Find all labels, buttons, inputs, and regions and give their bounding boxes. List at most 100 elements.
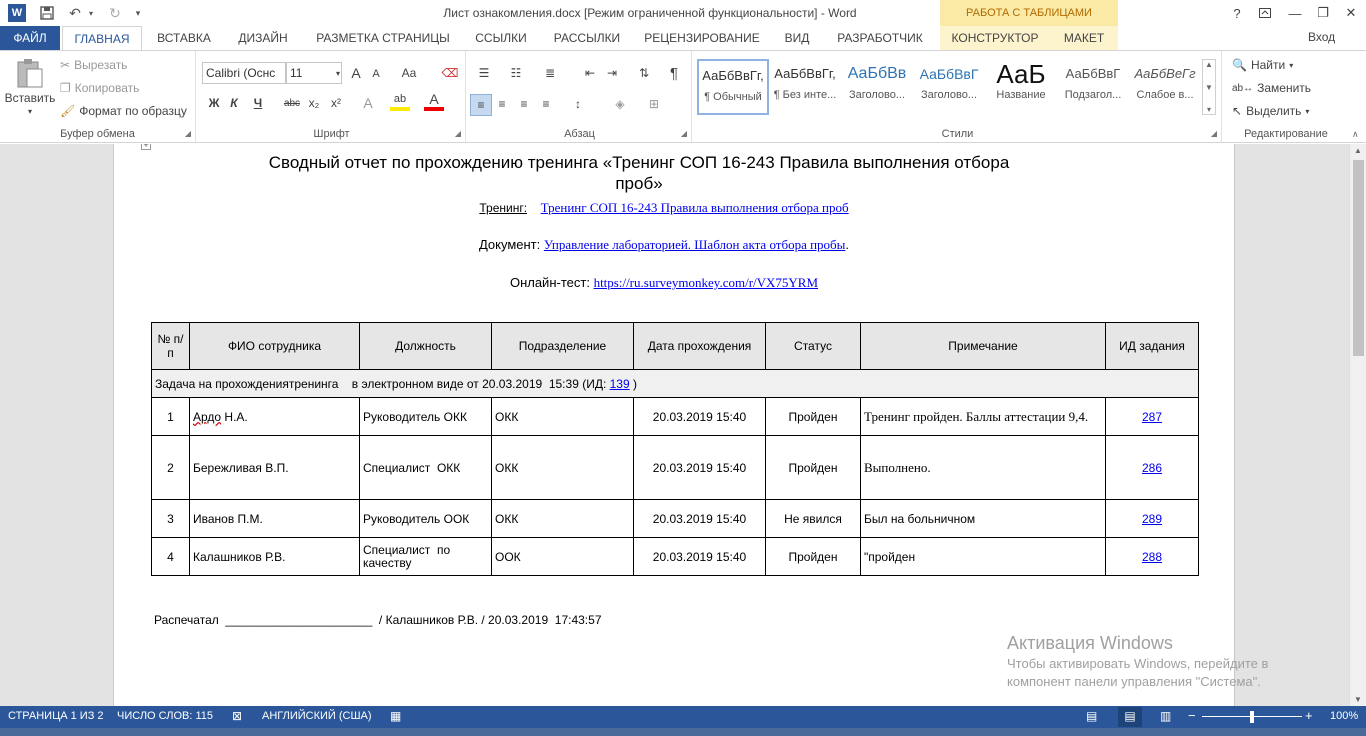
font-family-select[interactable]: Calibri (Оснс — [202, 62, 286, 84]
tab-home[interactable]: ГЛАВНАЯ — [62, 26, 142, 51]
customize-toolbar-icon[interactable]: ▾ — [132, 4, 144, 22]
align-center-icon[interactable]: ≡ — [492, 94, 512, 114]
cell-date[interactable]: 20.03.2019 15:40 — [633, 537, 766, 576]
shrink-font-button[interactable]: A — [366, 64, 386, 84]
cell-date[interactable]: 20.03.2019 15:40 — [633, 499, 766, 538]
styles-up-icon[interactable]: ▲ — [1205, 60, 1213, 69]
cell-id[interactable]: 287 — [1105, 397, 1199, 436]
undo-dropdown-icon[interactable]: ▾ — [86, 4, 96, 22]
sign-in-link[interactable]: Вход — [1308, 30, 1335, 44]
styles-down-icon[interactable]: ▼ — [1205, 83, 1213, 92]
task-id-link[interactable]: 288 — [1142, 550, 1162, 564]
paste-button[interactable]: Вставить ▾ — [5, 57, 55, 116]
cell-position[interactable]: Руководитель ООК — [359, 499, 492, 538]
zoom-level[interactable]: 100% — [1330, 710, 1358, 722]
bold-button[interactable]: Ж — [204, 93, 224, 113]
zoom-out-icon[interactable]: − — [1188, 708, 1196, 723]
proofing-icon[interactable]: ⊠ — [232, 709, 242, 723]
cell-id[interactable]: 288 — [1105, 537, 1199, 576]
undo-icon[interactable]: ↶ — [66, 4, 84, 22]
cell-note[interactable]: Выполнено. — [860, 435, 1106, 500]
style-heading-2[interactable]: АаБбВвГ Заголово... — [913, 59, 985, 115]
tab-view[interactable]: ВИД — [774, 26, 820, 50]
align-left-icon[interactable]: ≡ — [470, 94, 492, 116]
scrollbar-thumb[interactable] — [1353, 160, 1364, 356]
sort-icon[interactable]: ⇅ — [634, 63, 654, 83]
cell-id[interactable]: 289 — [1105, 499, 1199, 538]
align-right-icon[interactable]: ≡ — [514, 94, 534, 114]
copy-button[interactable]: ❐ Копировать — [60, 81, 139, 95]
cell-status[interactable]: Пройден — [765, 537, 861, 576]
decrease-indent-icon[interactable]: ⇤ — [580, 63, 600, 83]
cell-note[interactable]: Был на больничном — [860, 499, 1106, 538]
web-layout-icon[interactable]: ▥ — [1160, 709, 1171, 723]
cell-note[interactable]: Тренинг пройден. Баллы аттестации 9,4. — [860, 397, 1106, 436]
scroll-up-icon[interactable]: ▲ — [1354, 146, 1362, 155]
close-icon[interactable]: ✕ — [1336, 0, 1366, 26]
style-subtitle[interactable]: АаБбВвГ Подзагол... — [1057, 59, 1129, 115]
cell-note[interactable]: "пройден — [860, 537, 1106, 576]
language-indicator[interactable]: АНГЛИЙСКИЙ (США) — [262, 710, 372, 722]
page-count[interactable]: СТРАНИЦА 1 ИЗ 2 — [8, 710, 104, 722]
cell-num[interactable]: 3 — [151, 499, 190, 538]
ribbon-display-options-icon[interactable] — [1250, 0, 1280, 26]
test-link[interactable]: https://ru.surveymonkey.com/r/VX75YRM — [594, 275, 818, 290]
clipboard-launcher-icon[interactable]: ◢ — [185, 129, 191, 138]
change-case-button[interactable]: Aa — [396, 63, 422, 83]
find-button[interactable]: 🔍 Найти ▾ — [1232, 58, 1293, 72]
cell-status[interactable]: Пройден — [765, 435, 861, 500]
restore-icon[interactable]: ❐ — [1308, 0, 1338, 26]
subscript-button[interactable]: x₂ — [304, 93, 324, 113]
cell-status[interactable]: Пройден — [765, 397, 861, 436]
show-formatting-button[interactable]: ¶ — [664, 63, 684, 83]
cell-date[interactable]: 20.03.2019 15:40 — [633, 435, 766, 500]
cell-unit[interactable]: ОКК — [491, 435, 634, 500]
word-count[interactable]: ЧИСЛО СЛОВ: 115 — [117, 710, 213, 722]
scroll-down-icon[interactable]: ▼ — [1354, 695, 1362, 704]
zoom-slider-thumb[interactable] — [1250, 711, 1254, 723]
task-id-link[interactable]: 287 — [1142, 410, 1162, 424]
cell-position[interactable]: Специалист по качеству — [359, 537, 492, 576]
replace-button[interactable]: ab↔ Заменить — [1232, 81, 1311, 95]
paragraph-launcher-icon[interactable]: ◢ — [681, 129, 687, 138]
cell-unit[interactable]: ОКК — [491, 397, 634, 436]
increase-indent-icon[interactable]: ⇥ — [602, 63, 622, 83]
italic-button[interactable]: К — [224, 93, 244, 113]
style-no-spacing[interactable]: АаБбВвГг, ¶ Без инте... — [769, 59, 841, 115]
select-button[interactable]: ↖ Выделить ▾ — [1232, 104, 1309, 118]
cut-button[interactable]: ✂ Вырезать — [60, 58, 127, 72]
cell-status[interactable]: Не явился — [765, 499, 861, 538]
training-link[interactable]: Тренинг СОП 16-243 Правила выполнения от… — [541, 200, 849, 215]
tab-insert[interactable]: ВСТАВКА — [150, 26, 218, 50]
zoom-in-icon[interactable]: + — [1305, 708, 1313, 723]
style-title[interactable]: АаБ Название — [985, 59, 1057, 115]
style-subtle-emphasis[interactable]: АаБбВеГг Слабое в... — [1129, 59, 1201, 115]
style-heading-1[interactable]: АаБбВв Заголово... — [841, 59, 913, 115]
cell-unit[interactable]: ОКК — [491, 499, 634, 538]
bullets-icon[interactable]: ☰ — [474, 63, 494, 83]
task-id-link[interactable]: 286 — [1142, 461, 1162, 475]
tab-layout[interactable]: РАЗМЕТКА СТРАНИЦЫ — [308, 26, 458, 50]
cell-name[interactable]: Бережливая В.П. — [189, 435, 360, 500]
cell-id[interactable]: 286 — [1105, 435, 1199, 500]
cell-num[interactable]: 4 — [151, 537, 190, 576]
grow-font-button[interactable]: A — [346, 63, 366, 83]
format-painter-button[interactable]: 🖌 Формат по образцу — [60, 104, 187, 118]
font-launcher-icon[interactable]: ◢ — [455, 129, 461, 138]
task-cell[interactable]: Задача на прохождениятренинга в электрон… — [151, 369, 1199, 398]
task-id-link[interactable]: 289 — [1142, 512, 1162, 526]
tab-references[interactable]: ССЫЛКИ — [466, 26, 536, 50]
minimize-icon[interactable]: — — [1280, 0, 1310, 26]
tab-review[interactable]: РЕЦЕНЗИРОВАНИЕ — [638, 26, 766, 50]
vertical-scrollbar[interactable]: ▲ ▼ — [1349, 144, 1366, 706]
multilevel-list-icon[interactable]: ≣ — [540, 63, 560, 83]
word-icon[interactable]: W — [8, 4, 26, 22]
underline-button[interactable]: Ч — [248, 93, 268, 113]
styles-scroll[interactable]: ▲ ▼ ▾ — [1202, 59, 1216, 115]
line-spacing-icon[interactable]: ↕ — [568, 94, 588, 114]
text-effects-button[interactable]: A — [358, 93, 378, 113]
save-icon[interactable] — [38, 4, 56, 22]
numbering-icon[interactable]: ☷ — [506, 63, 526, 83]
tab-table-layout[interactable]: МАКЕТ — [1050, 26, 1118, 50]
tab-mailings[interactable]: РАССЫЛКИ — [546, 26, 628, 50]
